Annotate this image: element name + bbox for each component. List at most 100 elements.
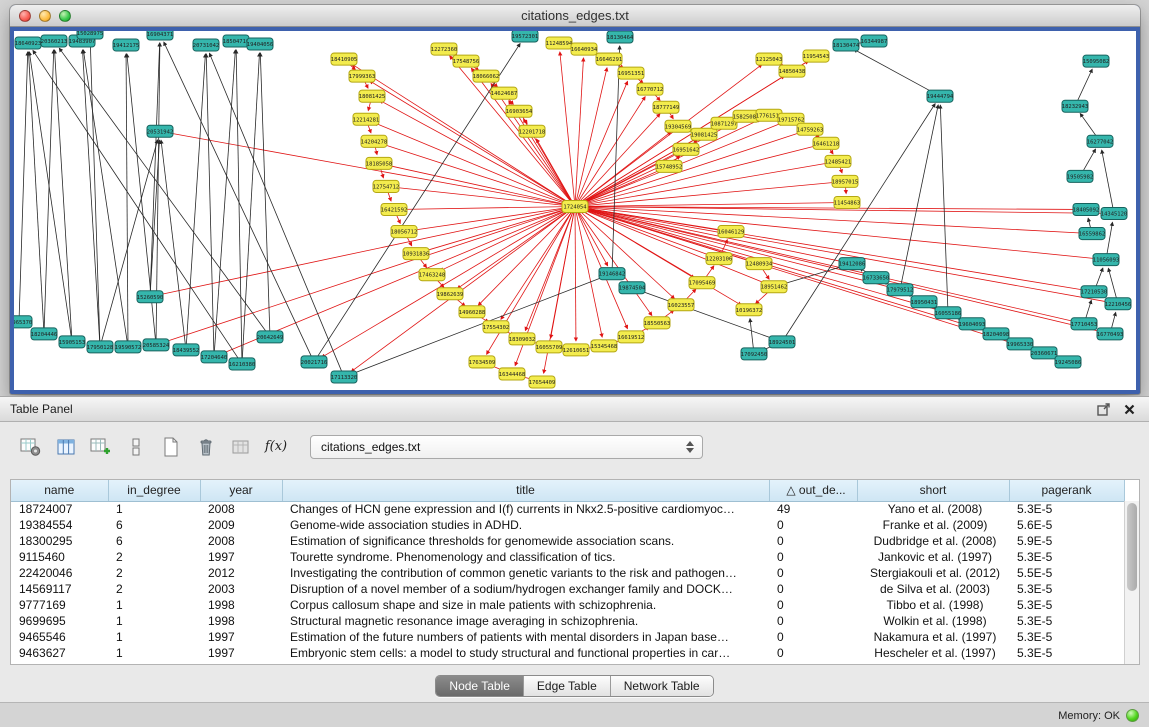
table-cell[interactable]: Genome-wide association studies in ADHD. [282,517,769,533]
table-cell[interactable]: 1 [108,597,200,613]
select-columns-icon[interactable] [51,433,81,460]
network-node[interactable]: 11954543 [803,50,829,62]
network-node[interactable]: 18185058 [366,157,392,169]
table-row[interactable]: 946362711997Embryonic stem cells: a mode… [11,645,1124,661]
table-cell[interactable]: 2008 [200,533,282,549]
table-cell[interactable]: 9115460 [11,549,108,565]
network-node[interactable]: 11454863 [834,196,860,208]
network-node[interactable]: 16951351 [618,67,644,79]
table-row[interactable]: 946554611997Estimation of the future num… [11,629,1124,645]
network-node[interactable]: 16055709 [536,341,562,353]
network-node[interactable]: 16770712 [637,83,663,95]
table-cell[interactable]: 1997 [200,549,282,565]
table-cell[interactable]: 5.3E-5 [1009,645,1124,661]
tab-node-table[interactable]: Node Table [436,676,524,696]
network-node[interactable]: 20531942 [147,125,173,137]
citation-edge-red[interactable] [575,206,1097,258]
table-cell[interactable]: de Silva et al. (2003) [857,581,1009,597]
table-cell[interactable]: 6 [108,533,200,549]
citation-edge-red[interactable] [478,206,575,305]
table-cell[interactable]: 9463627 [11,645,108,661]
network-node[interactable]: 19412175 [113,39,139,51]
table-cell[interactable]: Structural magnetic resonance image aver… [282,613,769,629]
table-cell[interactable]: Wolkin et al. (1998) [857,613,1009,629]
network-node[interactable]: 20731042 [193,39,219,51]
network-node[interactable]: 19245086 [1055,356,1081,368]
network-node[interactable]: 19444794 [927,90,954,102]
network-node[interactable]: 18777149 [653,101,679,113]
network-node[interactable]: 20585324 [143,339,170,351]
network-node[interactable]: 19505982 [1067,170,1093,182]
network-node[interactable]: 12210456 [1105,298,1131,310]
network-node[interactable]: 12610651 [563,344,589,356]
network-node[interactable]: 20642649 [257,331,283,343]
citation-edge-black[interactable] [83,50,128,347]
network-node[interactable]: 18232943 [1062,100,1088,112]
delete-table-icon[interactable] [191,433,221,460]
table-cell[interactable]: 49 [769,501,857,517]
network-node[interactable]: 15345468 [591,340,617,352]
network-node[interactable]: 16461218 [813,137,839,149]
network-node[interactable]: 16559862 [1079,228,1105,240]
network-node[interactable]: 18504710 [223,35,249,47]
network-node[interactable]: 16770493 [1097,328,1123,340]
network-node[interactable]: 19146842 [599,268,625,280]
network-node[interactable]: 19304569 [665,120,691,132]
table-cell[interactable]: Franke et al. (2009) [857,517,1009,533]
table-cell[interactable]: 1997 [200,645,282,661]
network-node[interactable]: 18410905 [331,53,357,65]
citation-edge-black[interactable] [83,50,100,347]
network-node[interactable]: 1724054 [562,200,588,212]
network-node[interactable]: 15748952 [656,160,682,172]
column-header-name[interactable]: name [11,480,108,501]
network-node[interactable]: 16023557 [668,299,694,311]
citation-edge-black[interactable] [854,49,940,96]
citation-edge-black[interactable] [44,50,54,334]
network-node[interactable]: 19604093 [959,318,985,330]
table-cell[interactable]: 0 [769,565,857,581]
table-row[interactable]: 1872400712008Changes of HCN gene express… [11,501,1124,517]
citation-edge-black[interactable] [33,51,242,364]
network-node[interactable]: 10931836 [403,248,429,260]
column-header-short[interactable]: short [857,480,1009,501]
table-cell[interactable]: Yano et al. (2008) [857,501,1009,517]
column-header-title[interactable]: title [282,480,769,501]
network-node[interactable]: 12485421 [825,155,851,167]
network-canvas[interactable]: 1724054184109051799936318081425122142811… [14,31,1136,390]
window-titlebar[interactable]: citations_edges.txt [10,5,1140,27]
table-row[interactable]: 1456911722003Disruption of a novel membe… [11,581,1124,597]
table-cell[interactable]: 9699695 [11,613,108,629]
network-node[interactable]: 19874504 [619,282,646,294]
citation-edge-black[interactable] [214,50,235,357]
table-cell[interactable]: 2012 [200,565,282,581]
citation-edge-red[interactable] [575,206,1101,331]
minimize-button[interactable] [39,10,51,22]
network-node[interactable]: 16055186 [935,307,961,319]
network-node[interactable]: 14624687 [491,87,517,99]
table-cell[interactable]: 5.3E-5 [1009,549,1124,565]
network-node[interactable]: 15028975 [77,31,103,39]
network-node[interactable]: 18309032 [509,333,535,345]
table-cell[interactable]: 2003 [200,581,282,597]
citation-edge-black[interactable] [164,42,314,362]
citation-edge-black[interactable] [900,105,938,290]
citation-edge-red[interactable] [388,165,575,206]
column-header-out_degree[interactable]: △ out_de... [769,480,857,501]
network-node[interactable]: 14204278 [361,135,387,147]
table-cell[interactable]: Changes of HCN gene expression and I(f) … [282,501,769,517]
table-cell[interactable]: 1 [108,629,200,645]
network-node[interactable]: 18924501 [769,336,795,348]
tab-network-table[interactable]: Network Table [611,676,713,696]
scrollbar-thumb[interactable] [1127,503,1137,591]
network-node[interactable]: 20360213 [41,35,67,47]
network-node[interactable]: 12214281 [353,113,379,125]
citation-edge-black[interactable] [314,44,520,362]
table-cell[interactable]: 0 [769,629,857,645]
column-header-pagerank[interactable]: pagerank [1009,480,1124,501]
network-node[interactable]: 16046129 [718,226,744,238]
table-cell[interactable]: 5.3E-5 [1009,597,1124,613]
table-cell[interactable]: 9777169 [11,597,108,613]
network-node[interactable]: 14960288 [459,306,485,318]
network-node[interactable]: 12272360 [431,43,457,55]
network-node[interactable]: 19412086 [839,258,865,270]
